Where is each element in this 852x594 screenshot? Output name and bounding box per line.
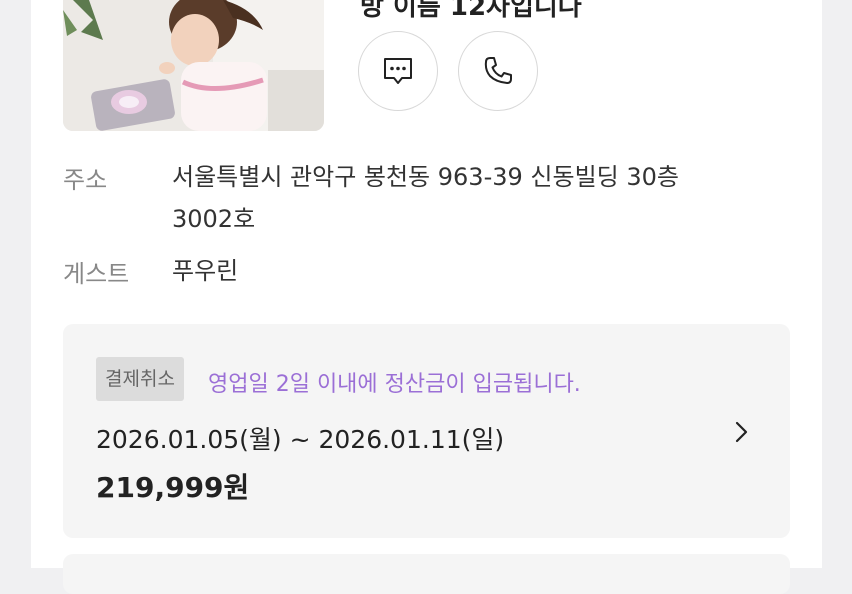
phone-icon xyxy=(484,57,512,84)
settlement-message: 영업일 2일 이내에 정산금이 입금됩니다. xyxy=(208,372,581,397)
call-button[interactable] xyxy=(458,31,538,111)
address-value: 서울특별시 관악구 봉천동 963-39 신동빌딩 30층 3002호 xyxy=(172,156,762,240)
status-badge: 결제취소 xyxy=(96,357,184,401)
guest-label: 게스트 xyxy=(63,260,130,288)
reservation-date-range: 2026.01.05(월) ~ 2026.01.11(일) xyxy=(96,425,505,454)
address-line-1: 서울특별시 관악구 봉천동 963-39 신동빌딩 30층 xyxy=(172,163,679,191)
address-label: 주소 xyxy=(63,166,108,194)
message-icon xyxy=(384,58,412,84)
room-title: 방 이름 12자입니다 xyxy=(360,0,582,22)
next-reservation-card[interactable] xyxy=(63,554,790,594)
guest-value: 푸우린 xyxy=(172,257,239,285)
address-line-2: 3002호 xyxy=(172,205,256,233)
chevron-right-icon[interactable] xyxy=(731,418,751,446)
reservation-card[interactable]: 결제취소 영업일 2일 이내에 정산금이 입금됩니다. 2026.01.05(월… xyxy=(63,324,790,538)
reservation-amount: 219,999원 xyxy=(96,471,250,504)
room-photo-illustration xyxy=(63,0,324,131)
room-photo xyxy=(63,0,324,131)
message-button[interactable] xyxy=(358,31,438,111)
